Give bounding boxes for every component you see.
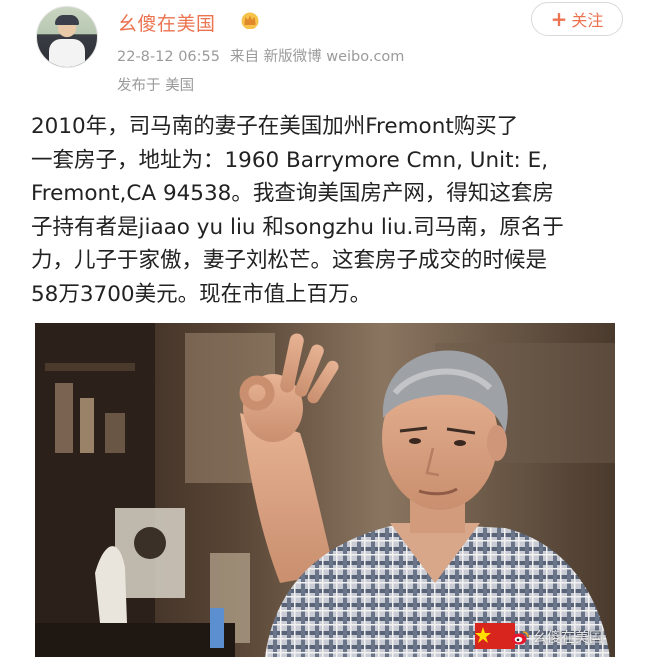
post-timestamp[interactable]: 22-8-12 06:55 <box>117 49 220 65</box>
weibo-post: 幺傻在美国 22-8-12 06:55 来自 新版微博 weibo.com 发布于… <box>0 0 648 661</box>
photo-watermark: 幺傻在美国 <box>511 627 603 647</box>
plus-icon: + <box>550 7 568 31</box>
post-photo[interactable]: 幺傻在美国 <box>35 323 615 657</box>
post-line: 子持有者是jiaao yu liu 和songzhu liu.司马南，原名于 <box>31 214 564 240</box>
photo-illustration <box>35 323 615 657</box>
avatar[interactable] <box>36 6 98 68</box>
post-line: 力，儿子于家傲，妻子刘松芒。这套房子成交的时候是 <box>31 248 548 273</box>
avatar-shirt-shape <box>49 39 85 67</box>
follow-button[interactable]: + 关注 <box>531 2 623 36</box>
post-source: 来自 新版微博 weibo.com <box>230 49 405 65</box>
watermark-text: 幺傻在美国 <box>533 630 603 646</box>
post-line: 一套房子，地址为：1960 Barrymore Cmn, Unit: E, <box>31 147 549 173</box>
post-body: 2010年，司马南的妻子在美国加州Fremont购买了 一套房子，地址为：196… <box>31 110 626 311</box>
avatar-cap-shape <box>55 15 79 25</box>
crown-icon <box>241 12 259 29</box>
follow-label: 关注 <box>571 11 604 30</box>
post-line: 58万3700美元。现在市值上百万。 <box>31 281 372 307</box>
post-meta: 22-8-12 06:55 来自 新版微博 weibo.com <box>117 45 404 66</box>
username[interactable]: 幺傻在美国 <box>118 9 216 36</box>
post-line: Fremont,CA 94538。我查询美国房产网，得知这套房 <box>31 181 554 206</box>
post-line: 2010年，司马南的妻子在美国加州Fremont购买了 <box>31 114 519 139</box>
weibo-logo-icon <box>511 630 529 644</box>
post-location: 发布于 美国 <box>117 78 195 94</box>
